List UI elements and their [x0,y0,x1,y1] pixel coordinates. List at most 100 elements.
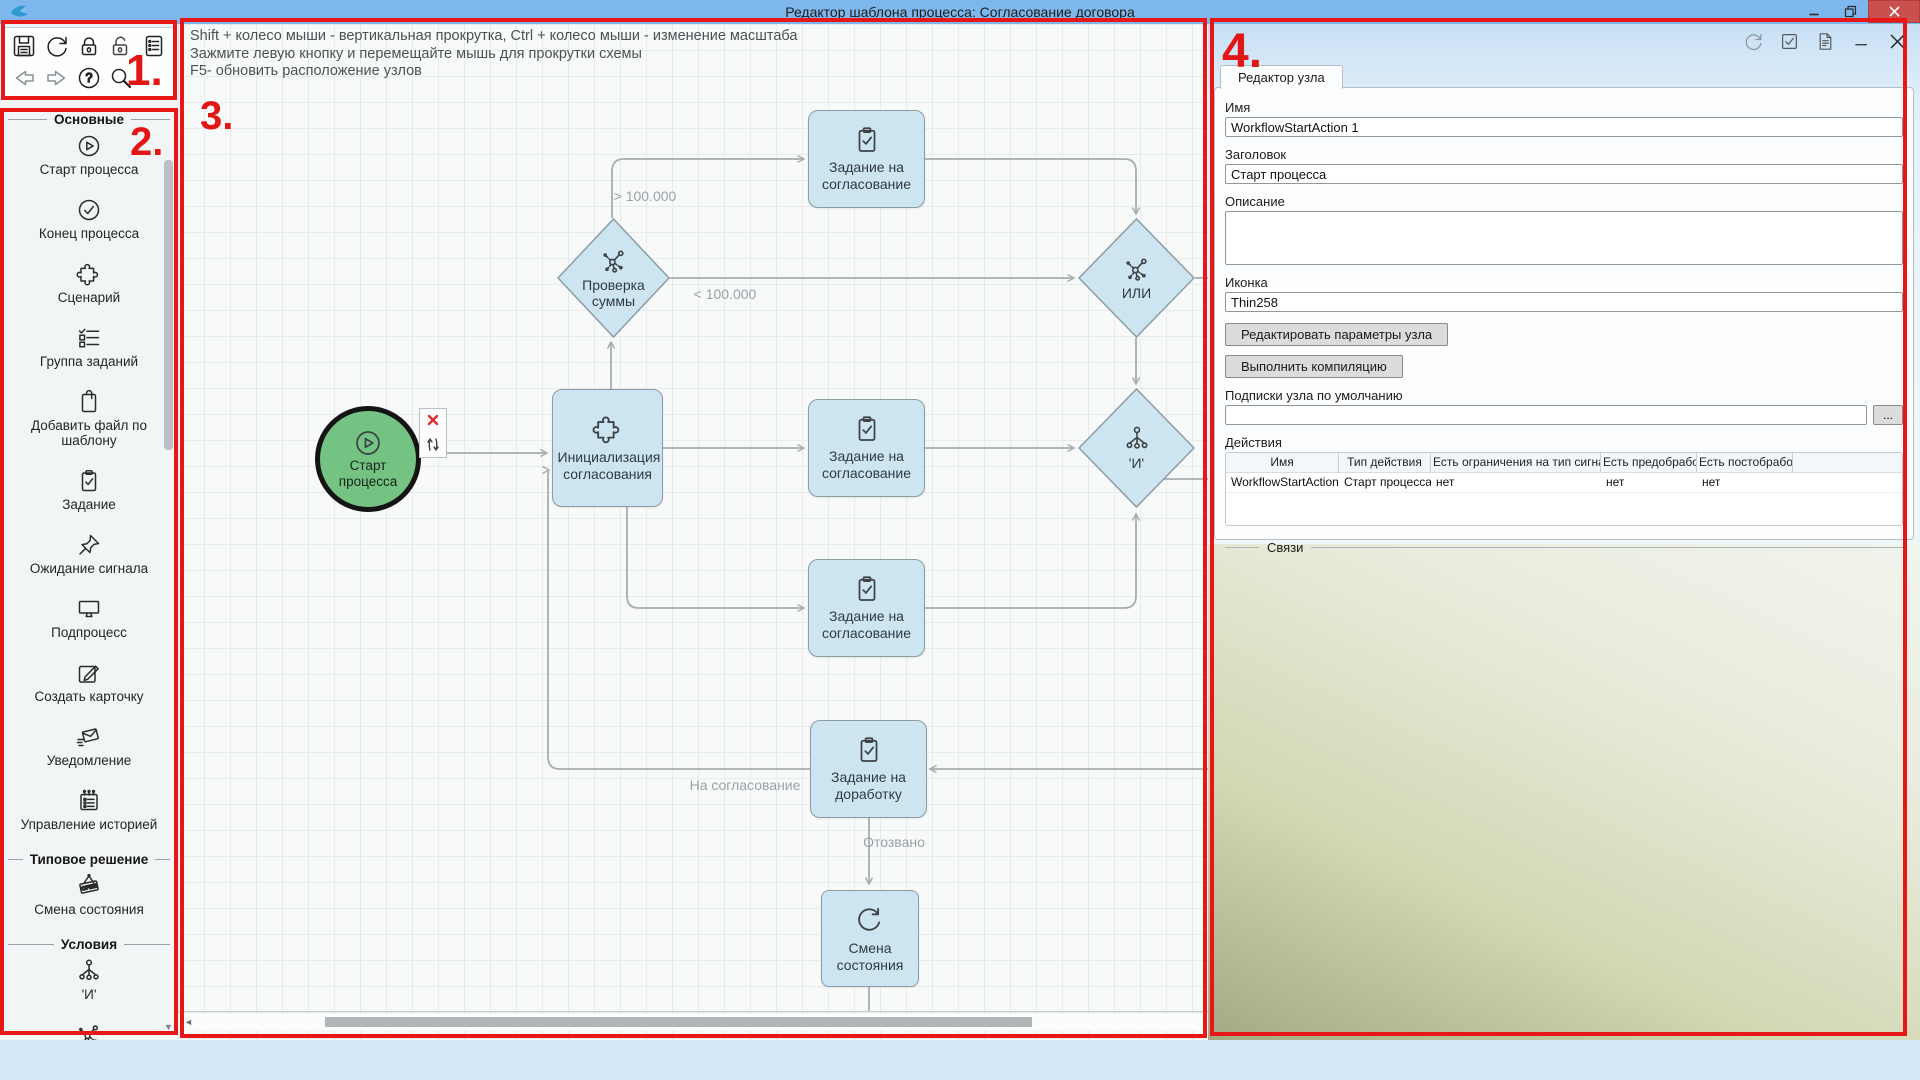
forward-arrow-icon[interactable] [44,65,70,91]
sidebar-item-or[interactable] [4,1022,174,1042]
node-approval-task-top[interactable]: Задание на согласование [808,110,925,208]
icon-field[interactable] [1225,292,1903,312]
node-init-approval[interactable]: Инициализация согласования [552,389,663,507]
column-header[interactable]: Есть предобработка [1601,453,1697,472]
log-icon[interactable] [1815,31,1836,52]
close-icon[interactable] [1887,31,1908,52]
help-icon[interactable] [76,65,102,91]
section-title: Условия [61,937,117,952]
sidebar-item-start-process[interactable]: Старт процесса [4,133,174,177]
edge-label-recalled: Отозвано [863,834,925,850]
scrollbar-thumb[interactable] [164,160,173,450]
restore-icon[interactable] [1832,0,1868,23]
search-icon[interactable] [108,65,134,91]
play-circle-icon [353,428,383,458]
sidebar-item-script[interactable]: Сценарий [4,261,174,305]
sidebar-item-label: Сценарий [58,290,120,305]
sidebar-item-add-file[interactable]: Добавить файл по шаблону [4,389,174,448]
diagram-canvas[interactable]: Shift + колесо мыши - вертикальная прокр… [178,24,1208,1040]
sidebar-item-task-group[interactable]: Группа заданий [4,325,174,369]
column-header-spacer [1793,453,1902,472]
edit-node-params-button[interactable]: Редактировать параметры узла [1225,323,1448,346]
node-or-condition[interactable]: ИЛИ [1078,218,1195,338]
compile-button[interactable]: Выполнить компиляцию [1225,355,1403,378]
cell-spacer [1793,473,1902,492]
sidebar-item-and[interactable]: 'И' [4,958,174,1002]
sidebar-item-create-card[interactable]: Создать карточку [4,660,174,704]
column-header[interactable]: Есть ограничения на тип сигнала [1431,453,1601,472]
sidebar-item-task[interactable]: Задание [4,468,174,512]
journal-icon[interactable] [141,33,167,59]
mail-send-icon [76,724,102,750]
sync-icon[interactable] [44,33,70,59]
sidebar-item-wait-signal[interactable]: Ожидание сигнала [4,532,174,576]
checklist-icon [76,325,102,351]
canvas-horizontal-scrollbar[interactable]: ◄ [178,1014,1208,1030]
sidebar-scrollbar[interactable] [164,110,173,1014]
sidebar-item-label: Конец процесса [39,226,139,241]
node-approval-task-bottom[interactable]: Задание на согласование [808,559,925,657]
browse-subscriptions-button[interactable]: ... [1873,405,1903,425]
palette-section-typical: Типовое решение [8,852,170,867]
node-label: Задание на доработку [821,769,916,803]
swap-links-icon[interactable] [425,436,441,453]
cell-postprocessing: нет [1697,473,1793,492]
node-approval-task-mid[interactable]: Задание на согласование [808,399,925,497]
sidebar-item-history[interactable]: Управление историей [4,788,174,832]
history-icon [76,788,102,814]
name-field[interactable] [1225,117,1903,137]
puzzle-icon [592,413,624,445]
scrollbar-thumb[interactable] [325,1017,1032,1027]
back-arrow-icon[interactable] [11,65,37,91]
node-label: 'И' [1129,455,1144,471]
puzzle-icon [76,261,102,287]
node-check-sum[interactable]: Проверка суммы [557,218,670,338]
toolbar-card [3,27,176,98]
sidebar-item-label: Смена состояния [34,902,144,917]
field-label-icon: Иконка [1225,275,1903,290]
node-state-change[interactable]: Смена состояния [821,890,919,987]
sidebar-item-end-process[interactable]: Конец процесса [4,197,174,241]
node-rework-task[interactable]: Задание на доработку [810,720,927,818]
node-label: ИЛИ [1122,285,1151,301]
delete-node-icon[interactable] [426,413,440,427]
edge-label-gt: > 100.000 [614,188,677,204]
subscriptions-field[interactable] [1225,405,1867,425]
title-field[interactable] [1225,164,1903,184]
save-icon[interactable] [11,33,37,59]
sidebar-item-label: Управление историей [21,817,158,832]
node-and-condition[interactable]: 'И' [1078,388,1195,508]
sidebar-item-subprocess[interactable]: Подпроцесс [4,596,174,640]
scrollbar-left-icon[interactable]: ◄ [184,1017,193,1028]
description-field[interactable] [1225,211,1903,265]
open-sign-icon [76,873,102,899]
scrollbar-down-icon[interactable]: ▼ [162,1020,175,1034]
sidebar-item-notification[interactable]: Уведомление [4,724,174,768]
or-scatter-icon [76,1022,102,1042]
lock-open-icon[interactable] [107,33,133,59]
minimize-icon[interactable] [1851,31,1872,52]
canvas-divider [178,1011,1208,1012]
lock-closed-icon[interactable] [76,33,102,59]
sync-icon[interactable] [1743,31,1764,52]
links-group-label: Связи [1267,540,1303,555]
close-icon[interactable] [1868,0,1920,23]
sidebar-item-state-change[interactable]: Смена состояния [4,873,174,917]
node-label: Задание на согласование [817,448,917,482]
tab-node-editor[interactable]: Редактор узла [1220,65,1343,89]
column-header[interactable]: Есть постобработка [1697,453,1793,472]
edge-label-resubmit: На согласование [690,777,801,793]
clipboard-check-icon [852,414,882,444]
table-row[interactable]: WorkflowStartAction Старт процесса нет н… [1226,473,1902,492]
validate-icon[interactable] [1779,31,1800,52]
palette-section-conditions: Условия [8,937,170,952]
minimize-icon[interactable] [1796,0,1832,23]
node-label: Старт процесса [328,458,408,490]
column-header[interactable]: Тип действия [1339,453,1431,472]
pushpin-icon [76,532,102,558]
node-start-process[interactable]: Старт процесса [315,406,421,512]
and-branch-icon [1123,425,1151,453]
column-header[interactable]: Имя [1226,453,1339,472]
sidebar-item-label: Подпроцесс [51,625,127,640]
sidebar-item-label: Задание [62,497,116,512]
